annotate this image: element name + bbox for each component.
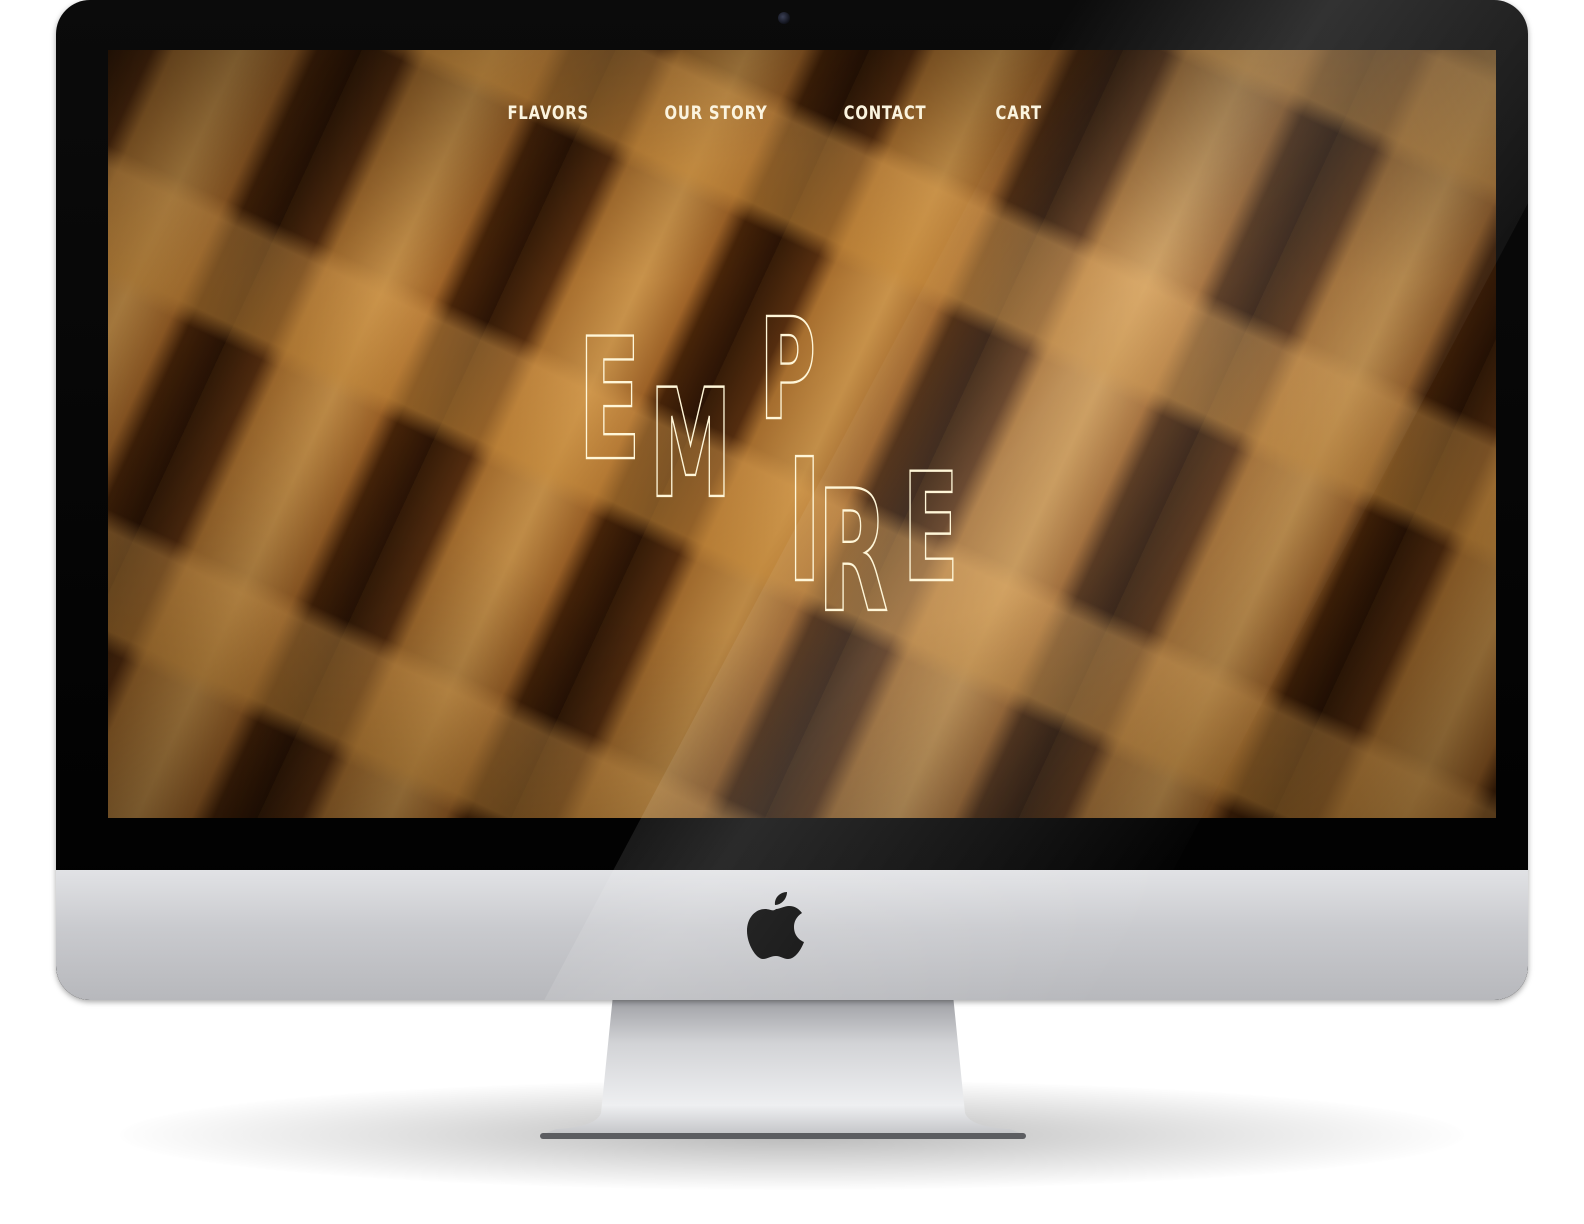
logo-letter-e1: E [578, 308, 641, 498]
nav-cart[interactable]: CART [995, 102, 1041, 124]
empire-logo[interactable]: E M P I R E [577, 287, 978, 651]
imac-monitor: FLAVORS OUR STORY CONTACT CART E M P I R… [56, 0, 1528, 1000]
monitor-stand [540, 995, 1026, 1147]
website-screen: FLAVORS OUR STORY CONTACT CART E M P I R… [108, 50, 1496, 818]
nav-flavors[interactable]: FLAVORS [508, 102, 589, 124]
nav-contact[interactable]: CONTACT [844, 102, 927, 124]
apple-logo-icon [746, 888, 806, 960]
camera-icon [778, 12, 790, 24]
main-nav: FLAVORS OUR STORY CONTACT CART [108, 102, 1496, 124]
logo-letter-i: I [787, 424, 822, 618]
nav-our-story[interactable]: OUR STORY [665, 102, 768, 124]
logo-letter-e2: E [903, 441, 959, 616]
logo-letter-m: M [650, 357, 732, 532]
logo-letter-r: R [817, 454, 888, 618]
